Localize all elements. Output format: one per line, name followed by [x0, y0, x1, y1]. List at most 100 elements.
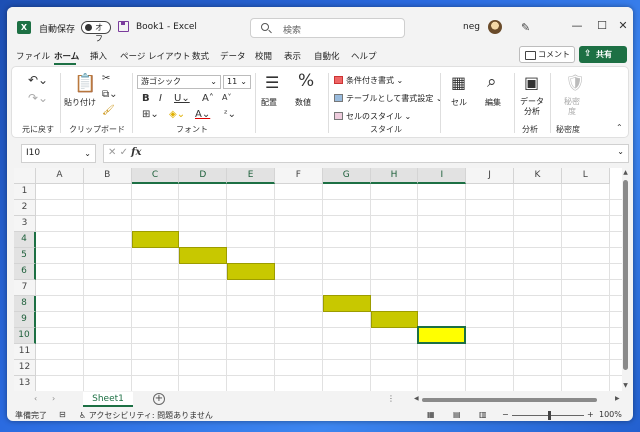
insert-function-icon[interactable]: fx [131, 147, 141, 158]
horizontal-scroll-thumb[interactable] [422, 398, 597, 402]
undo-icon[interactable]: ↶⌄ [28, 73, 48, 87]
avatar[interactable] [488, 20, 502, 34]
row-header-10[interactable]: 10 [14, 328, 36, 344]
sensitivity-icon[interactable]: 🛡 [565, 73, 585, 92]
autosave-toggle[interactable]: オフ [81, 21, 111, 43]
horizontal-scrollbar[interactable]: ◀ ▶ [414, 395, 622, 403]
paste-icon[interactable]: 📋 [74, 73, 96, 94]
user-name[interactable]: neg [463, 22, 480, 32]
tab-formulas[interactable]: 数式 [192, 50, 209, 62]
percent-icon[interactable]: % [298, 71, 314, 91]
tab-file[interactable]: ファイル [16, 50, 50, 62]
copy-icon[interactable]: ⧉⌄ [102, 89, 118, 100]
column-header-k[interactable]: K [514, 168, 562, 184]
tab-insert[interactable]: 挿入 [90, 50, 107, 62]
page-break-view-icon[interactable]: ▥ [479, 410, 487, 419]
next-sheet-icon[interactable]: › [52, 394, 55, 403]
font-grow-icon[interactable]: A˄ [202, 93, 214, 104]
cancel-icon[interactable]: ✕ [108, 147, 116, 158]
column-header-h[interactable]: H [370, 168, 419, 184]
minimize-icon[interactable]: — [567, 19, 587, 32]
cell-c4[interactable] [131, 231, 180, 248]
collapse-ribbon-icon[interactable]: ⌃ [616, 123, 623, 132]
macro-record-icon[interactable]: ⊟ [59, 410, 66, 419]
row-header-5[interactable]: 5 [14, 248, 36, 264]
tab-view[interactable]: 表示 [284, 50, 301, 62]
table-format-button[interactable]: テーブルとして書式設定 ⌄ [334, 93, 443, 104]
tab-review[interactable]: 校閲 [255, 50, 272, 62]
data-analysis-icon[interactable]: ▣ [524, 73, 539, 92]
font-shrink-icon[interactable]: A˅ [222, 93, 231, 102]
close-icon[interactable]: ✕ [613, 19, 633, 32]
column-header-g[interactable]: G [322, 168, 371, 184]
row-header-12[interactable]: 12 [14, 360, 36, 376]
scroll-down-icon[interactable]: ▼ [622, 382, 629, 389]
scroll-left-icon[interactable]: ◀ [414, 395, 419, 402]
zoom-level[interactable]: 100% [599, 410, 622, 419]
row-header-7[interactable]: 7 [14, 280, 36, 296]
data-analysis-label[interactable]: データ 分析 [520, 97, 544, 117]
spreadsheet-grid[interactable]: A B C D E F G H I J K L 1 2 3 4 5 6 7 8 9 10 11 12 13 [14, 168, 622, 391]
font-color-icon[interactable]: A⌄ [195, 109, 210, 120]
italic-icon[interactable]: I [159, 93, 162, 104]
font-size-select[interactable]: 11 ⌄ [223, 75, 251, 89]
phonetic-icon[interactable]: ᶻ⌄ [224, 109, 236, 120]
row-header-13[interactable]: 13 [14, 376, 36, 391]
tab-data[interactable]: データ [220, 50, 246, 62]
row-header-6[interactable]: 6 [14, 264, 36, 280]
edit-search-icon[interactable]: ⌕ [487, 72, 497, 92]
align-label[interactable]: 配置 [261, 97, 277, 108]
formula-input[interactable]: ✕ ✓ fx ⌄ [103, 144, 629, 163]
redo-icon[interactable]: ↷⌄ [28, 91, 48, 105]
column-header-f[interactable]: F [275, 168, 323, 184]
column-header-b[interactable]: B [83, 168, 132, 184]
column-header-c[interactable]: C [131, 168, 180, 184]
column-header-a[interactable]: A [36, 168, 84, 184]
vertical-scrollbar[interactable]: ▲ ▼ [622, 168, 629, 391]
zoom-out-icon[interactable]: − [502, 410, 509, 419]
format-painter-icon[interactable]: 🖌 [102, 105, 115, 116]
scroll-up-icon[interactable]: ▲ [622, 169, 629, 176]
row-header-3[interactable]: 3 [14, 216, 36, 232]
border-icon[interactable]: ⊞⌄ [142, 109, 159, 120]
cells-icon[interactable]: ▦ [451, 73, 466, 92]
zoom-in-icon[interactable]: + [587, 410, 594, 419]
page-layout-view-icon[interactable]: ▤ [453, 410, 461, 419]
sheet-tab-sheet1[interactable]: Sheet1 [83, 392, 133, 407]
column-header-l[interactable]: L [561, 168, 610, 184]
zoom-slider-knob[interactable] [548, 411, 551, 420]
tab-home[interactable]: ホーム [54, 50, 79, 62]
scroll-right-icon[interactable]: ▶ [615, 395, 620, 402]
cell-h9[interactable] [370, 311, 419, 328]
row-header-1[interactable]: 1 [14, 184, 36, 200]
conditional-format-button[interactable]: 条件付き書式 ⌄ [334, 75, 403, 86]
row-header-4[interactable]: 4 [14, 232, 36, 248]
paste-label[interactable]: 貼り付け [64, 97, 96, 108]
normal-view-icon[interactable]: ▦ [427, 410, 435, 419]
bold-icon[interactable]: B [142, 93, 150, 104]
font-name-select[interactable]: 游ゴシック ⌄ [137, 75, 221, 89]
cell-d5[interactable] [179, 247, 228, 264]
prev-sheet-icon[interactable]: ‹ [34, 394, 37, 403]
enter-icon[interactable]: ✓ [120, 147, 128, 158]
tab-split-icon[interactable]: ⋮ [387, 394, 395, 403]
add-sheet-icon[interactable]: + [153, 393, 165, 405]
maximize-icon[interactable]: ☐ [592, 19, 612, 32]
cut-icon[interactable]: ✂ [102, 73, 110, 84]
align-icon[interactable]: ☰ [265, 73, 279, 92]
row-header-9[interactable]: 9 [14, 312, 36, 328]
vertical-scroll-thumb[interactable] [623, 180, 628, 370]
expand-formula-icon[interactable]: ⌄ [617, 147, 624, 156]
pen-icon[interactable]: ✎ [521, 21, 530, 34]
row-header-11[interactable]: 11 [14, 344, 36, 360]
edit-label[interactable]: 編集 [485, 97, 501, 108]
share-button[interactable]: 共有 [579, 46, 627, 63]
comment-button[interactable]: コメント [519, 46, 575, 63]
number-label[interactable]: 数値 [295, 97, 311, 108]
cell-g8[interactable] [322, 295, 371, 312]
column-header-i[interactable]: I [418, 168, 467, 184]
select-all-corner[interactable] [14, 168, 36, 184]
column-header-d[interactable]: D [179, 168, 228, 184]
accessibility-status[interactable]: ♿ アクセシビリティ: 問題ありません [79, 410, 213, 421]
tab-automate[interactable]: 自動化 [314, 50, 340, 62]
